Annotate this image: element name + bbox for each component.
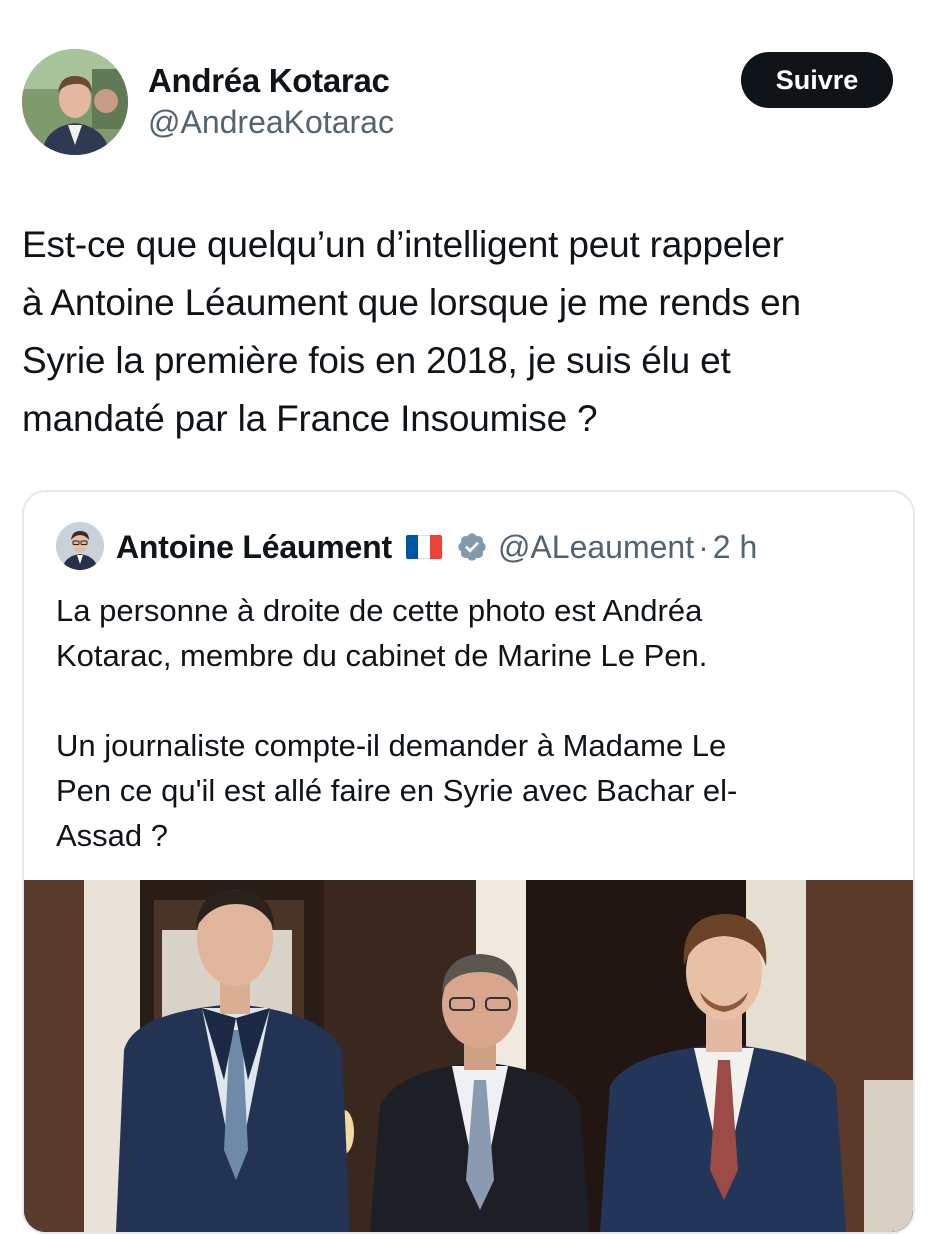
verified-badge-icon	[456, 531, 488, 563]
author-avatar[interactable]	[22, 49, 128, 155]
separator-dot: ·	[698, 528, 709, 565]
quoted-text-line: La personne à droite de cette photo est …	[56, 593, 703, 628]
profile-photo-icon	[22, 49, 128, 155]
quoted-text-line: Kotarac, membre du cabinet de Marine Le …	[56, 638, 708, 673]
photo-three-men-in-suits-icon	[24, 880, 913, 1232]
tweet-text: Est-ce que quelqu’un d’intelligent peut …	[22, 216, 917, 448]
quoted-tweet-header: Antoine Léaument @ALeaument · 2 h	[116, 526, 757, 568]
france-flag-icon	[405, 535, 442, 559]
quoted-tweet-card[interactable]: Antoine Léaument @ALeaument · 2 h La per…	[22, 490, 915, 1234]
quoted-tweet-time[interactable]: 2 h	[713, 529, 757, 566]
author-handle[interactable]: @AndreaKotarac	[148, 104, 394, 141]
quoted-author-name[interactable]: Antoine Léaument	[116, 529, 392, 566]
profile-photo-icon	[56, 522, 104, 570]
quoted-tweet-photo[interactable]	[24, 880, 913, 1232]
tweet-line: mandaté par la France Insoumise ?	[22, 398, 598, 439]
quoted-tweet-text: La personne à droite de cette photo est …	[56, 588, 896, 858]
author-name[interactable]: Andréa Kotarac	[148, 62, 390, 100]
quoted-text-line: Pen ce qu'il est allé faire en Syrie ave…	[56, 773, 738, 808]
quoted-author-avatar[interactable]	[56, 522, 104, 570]
follow-button[interactable]: Suivre	[741, 52, 893, 108]
tweet-line: Syrie la première fois en 2018, je suis …	[22, 340, 731, 381]
tweet-line: Est-ce que quelqu’un d’intelligent peut …	[22, 224, 784, 265]
tweet-line: à Antoine Léaument que lorsque je me ren…	[22, 282, 801, 323]
quoted-text-line: Un journaliste compte-il demander à Mada…	[56, 728, 727, 763]
quoted-text-line: Assad ?	[56, 818, 169, 853]
quoted-author-handle[interactable]: @ALeaument	[498, 529, 694, 566]
